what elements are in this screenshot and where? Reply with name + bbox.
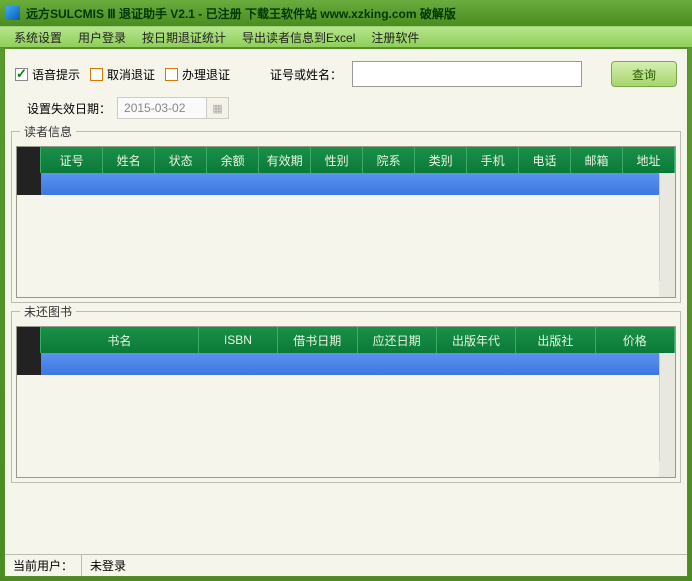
- books-grid[interactable]: 书名 ISBN 借书日期 应还日期 出版年代 出版社 价格: [16, 326, 676, 478]
- search-label: 证号或姓名：: [270, 66, 342, 83]
- status-user-label: 当前用户：: [5, 555, 82, 576]
- status-bar: 当前用户： 未登录: [5, 554, 687, 576]
- check-icon: [15, 68, 28, 81]
- unreturned-books-group: 未还图书 书名 ISBN 借书日期 应还日期 出版年代 出版社 价格: [11, 311, 681, 483]
- unreturned-books-legend: 未还图书: [20, 303, 76, 320]
- books-grid-header: 书名 ISBN 借书日期 应还日期 出版年代 出版社 价格: [17, 327, 675, 353]
- menu-user-login[interactable]: 用户登录: [70, 27, 134, 48]
- col-borrow-date[interactable]: 借书日期: [278, 327, 357, 353]
- query-button[interactable]: 查询: [611, 61, 677, 87]
- expiry-date-input[interactable]: [117, 97, 207, 119]
- col-book-title[interactable]: 书名: [41, 327, 199, 353]
- title-bar[interactable]: 远方SULCMIS Ⅲ 退证助手 V2.1 - 已注册 下载王软件站 www.x…: [0, 0, 692, 26]
- row-header: [17, 173, 41, 195]
- menu-register[interactable]: 注册软件: [363, 27, 427, 48]
- app-icon: [6, 6, 20, 20]
- resize-grip-icon[interactable]: [659, 281, 675, 297]
- checkbox-process-withdraw[interactable]: 办理退证: [165, 66, 230, 83]
- toolbar: 语音提示 取消退证 办理退证 证号或姓名： 查询: [5, 49, 687, 93]
- col-publisher[interactable]: 出版社: [516, 327, 595, 353]
- checkbox-voice-prompt-label: 语音提示: [32, 66, 80, 83]
- col-dept[interactable]: 院系: [363, 147, 415, 173]
- client-area: 语音提示 取消退证 办理退证 证号或姓名： 查询 设置失效日期： ▦: [4, 48, 688, 577]
- status-user-value: 未登录: [82, 555, 687, 576]
- menu-export-excel[interactable]: 导出读者信息到Excel: [234, 27, 363, 48]
- menu-system-settings[interactable]: 系统设置: [6, 27, 70, 48]
- check-icon: [165, 68, 178, 81]
- reader-grid-selected-row[interactable]: [17, 173, 675, 195]
- reader-grid[interactable]: 证号 姓名 状态 余额 有效期 性别 院系 类别 手机 电话 邮箱 地址: [16, 146, 676, 298]
- calendar-icon[interactable]: ▦: [207, 97, 229, 119]
- col-category[interactable]: 类别: [415, 147, 467, 173]
- checkbox-voice-prompt[interactable]: 语音提示: [15, 66, 80, 83]
- col-price[interactable]: 价格: [596, 327, 675, 353]
- reader-grid-header: 证号 姓名 状态 余额 有效期 性别 院系 类别 手机 电话 邮箱 地址: [17, 147, 675, 173]
- col-balance[interactable]: 余额: [207, 147, 259, 173]
- checkbox-process-withdraw-label: 办理退证: [182, 66, 230, 83]
- row-header-corner: [17, 327, 41, 353]
- col-cert-no[interactable]: 证号: [41, 147, 103, 173]
- books-grid-selected-row[interactable]: [17, 353, 675, 375]
- col-isbn[interactable]: ISBN: [199, 327, 278, 353]
- col-address[interactable]: 地址: [623, 147, 675, 173]
- reader-info-legend: 读者信息: [20, 123, 76, 140]
- expiry-label: 设置失效日期：: [27, 100, 111, 117]
- menu-stats-by-date[interactable]: 按日期退证统计: [134, 27, 234, 48]
- col-status[interactable]: 状态: [155, 147, 207, 173]
- books-grid-scrollbar[interactable]: [659, 353, 675, 477]
- reader-grid-scrollbar[interactable]: [659, 173, 675, 297]
- expiry-row: 设置失效日期： ▦: [5, 93, 687, 129]
- window-title: 远方SULCMIS Ⅲ 退证助手 V2.1 - 已注册 下载王软件站 www.x…: [26, 5, 456, 22]
- row-header: [17, 353, 41, 375]
- checkbox-cancel-withdraw-label: 取消退证: [107, 66, 155, 83]
- col-name[interactable]: 姓名: [103, 147, 155, 173]
- col-valid[interactable]: 有效期: [259, 147, 311, 173]
- check-icon: [90, 68, 103, 81]
- col-mobile[interactable]: 手机: [467, 147, 519, 173]
- menu-bar: 系统设置 用户登录 按日期退证统计 导出读者信息到Excel 注册软件: [0, 26, 692, 48]
- search-input[interactable]: [352, 61, 582, 87]
- col-email[interactable]: 邮箱: [571, 147, 623, 173]
- col-gender[interactable]: 性别: [311, 147, 363, 173]
- reader-info-group: 读者信息 证号 姓名 状态 余额 有效期 性别 院系 类别 手机 电话 邮箱 地…: [11, 131, 681, 303]
- col-due-date[interactable]: 应还日期: [358, 327, 437, 353]
- col-phone[interactable]: 电话: [519, 147, 571, 173]
- resize-grip-icon[interactable]: [659, 461, 675, 477]
- row-header-corner: [17, 147, 41, 173]
- checkbox-cancel-withdraw[interactable]: 取消退证: [90, 66, 155, 83]
- col-pub-year[interactable]: 出版年代: [437, 327, 516, 353]
